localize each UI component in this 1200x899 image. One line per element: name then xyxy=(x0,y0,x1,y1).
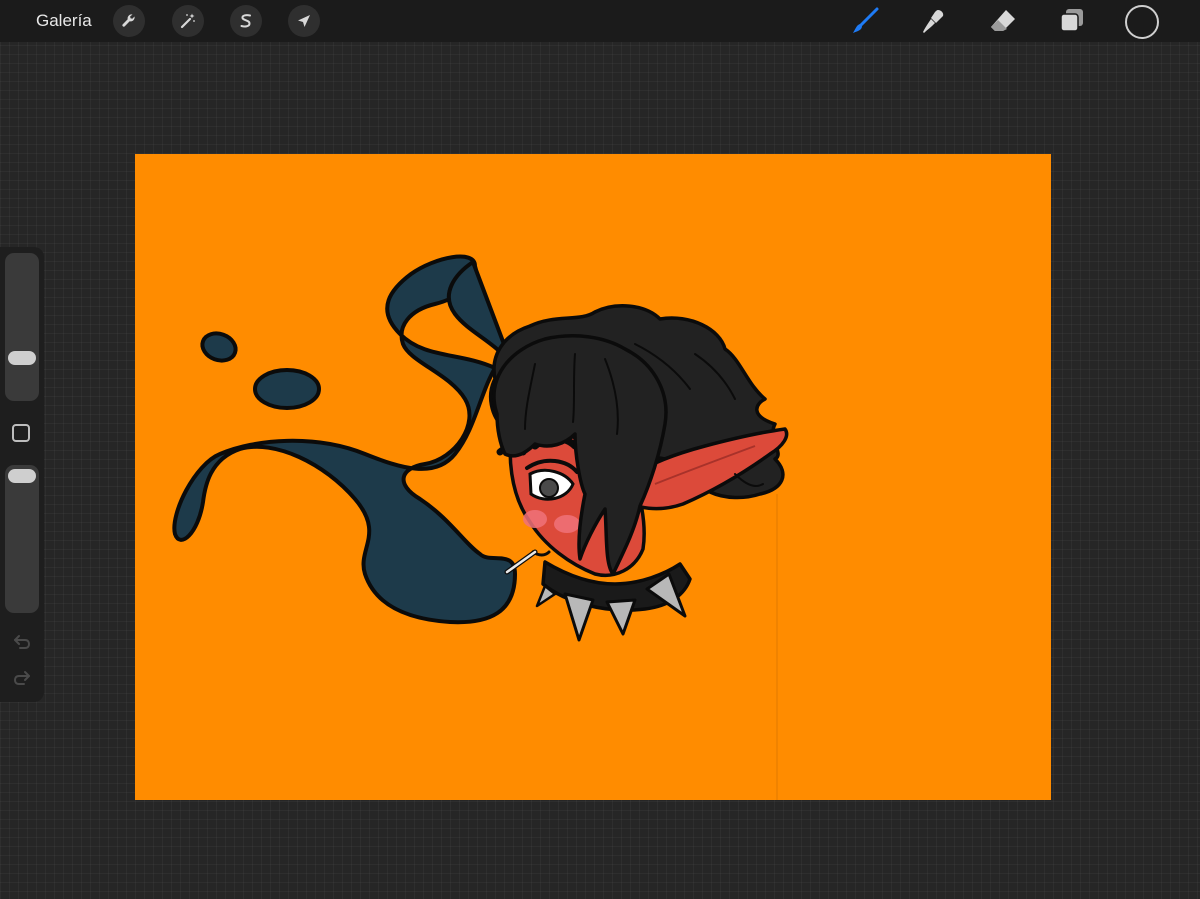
actions-button[interactable] xyxy=(113,5,145,37)
undo-button[interactable] xyxy=(10,631,34,653)
layers-icon xyxy=(1060,9,1083,32)
move-arrow-icon xyxy=(298,15,310,27)
wrench-icon xyxy=(122,14,135,27)
top-toolbar: Galería xyxy=(0,0,1200,42)
transform-button[interactable] xyxy=(288,5,320,37)
modify-button[interactable] xyxy=(12,424,30,442)
layers-button[interactable] xyxy=(1055,4,1089,38)
selection-s-icon xyxy=(240,14,251,28)
eraser-tool-button[interactable] xyxy=(986,4,1020,38)
smudge-tool-button[interactable] xyxy=(917,4,951,38)
adjustments-button[interactable] xyxy=(172,5,204,37)
brush-size-thumb[interactable] xyxy=(8,351,36,365)
eraser-icon xyxy=(991,10,1015,31)
redo-button[interactable] xyxy=(10,667,34,689)
drawing-canvas[interactable] xyxy=(135,154,1051,800)
magic-wand-icon xyxy=(180,13,195,29)
artwork xyxy=(135,154,1051,800)
brush-size-slider[interactable] xyxy=(5,253,39,401)
gallery-button[interactable]: Galería xyxy=(36,10,92,32)
color-picker-button[interactable] xyxy=(1125,5,1159,39)
brush-icon xyxy=(853,7,879,33)
smudge-icon xyxy=(923,10,944,33)
selection-button[interactable] xyxy=(230,5,262,37)
left-sidebar xyxy=(0,247,44,702)
opacity-slider[interactable] xyxy=(5,465,39,613)
opacity-thumb[interactable] xyxy=(8,469,36,483)
redo-arrow-icon xyxy=(13,671,30,685)
brush-tool-button[interactable] xyxy=(848,4,882,38)
undo-arrow-icon xyxy=(14,635,31,649)
